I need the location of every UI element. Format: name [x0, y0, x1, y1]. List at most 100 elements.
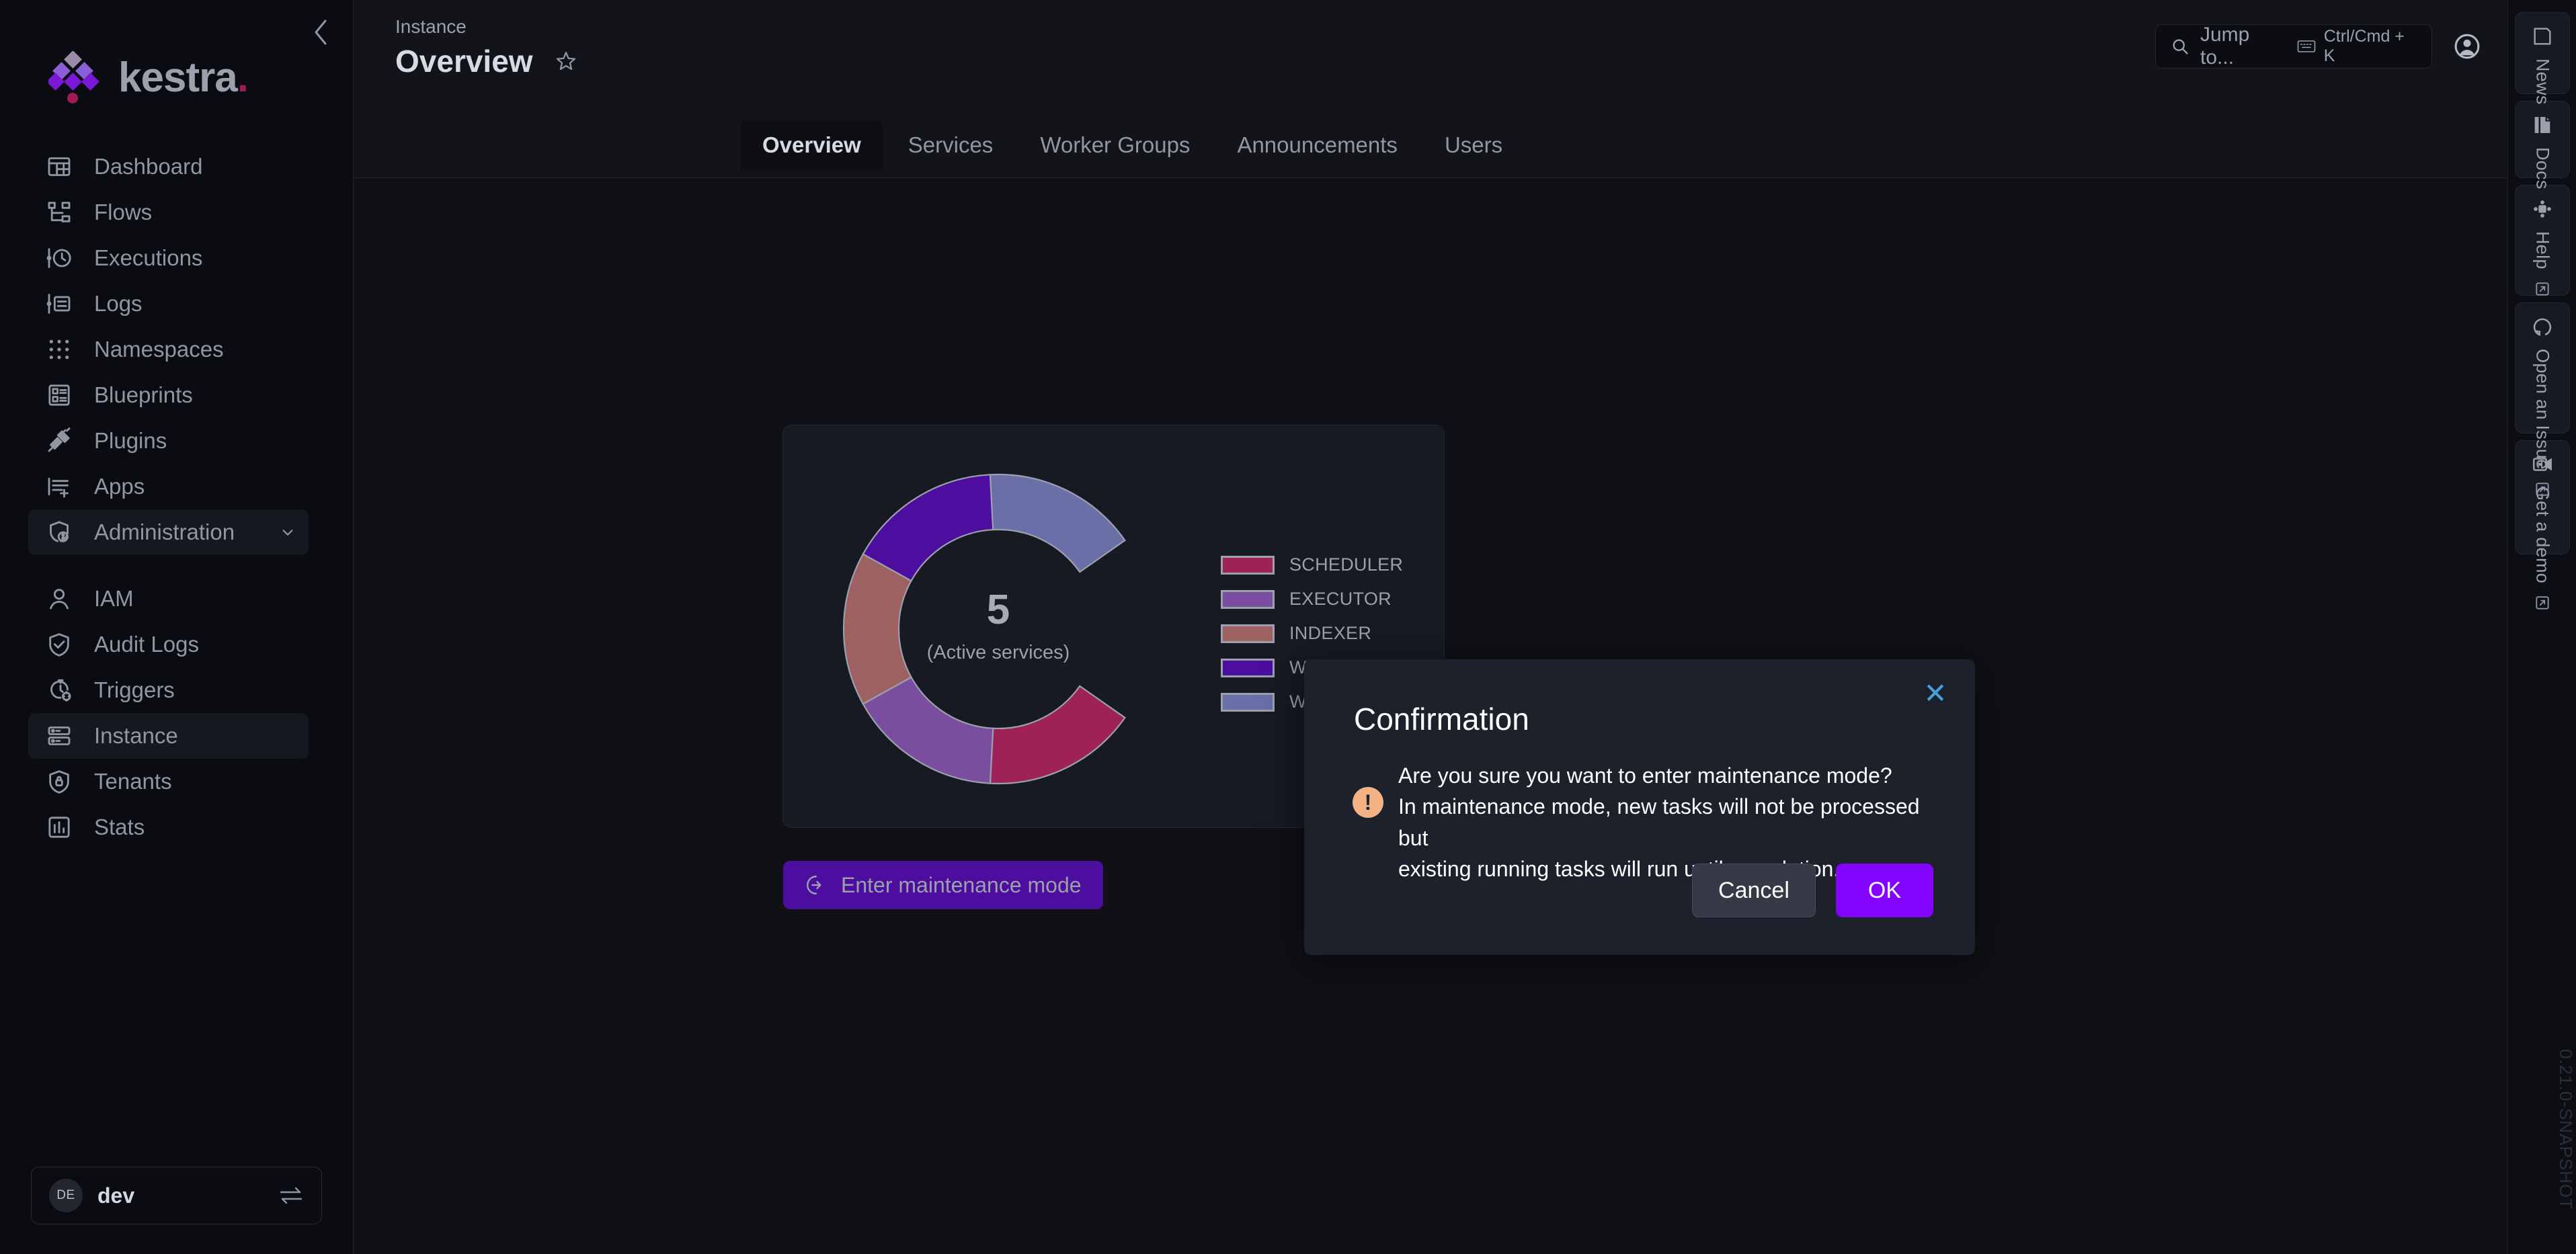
- modal-line-2: In maintenance mode, new tasks will not …: [1398, 794, 1920, 850]
- sidebar-item-label: Executions: [94, 245, 203, 270]
- content-area: 5 (Active services) SCHEDULER EXECUTOR IND…: [354, 178, 2507, 1254]
- sidebar-item-label: Flows: [94, 200, 153, 224]
- ok-button[interactable]: OK: [1835, 864, 1933, 917]
- sidebar-item-blueprints[interactable]: Blueprints: [28, 372, 309, 418]
- sidebar-item-label: Dashboard: [94, 154, 203, 179]
- sidebar-item-tenants[interactable]: Tenants: [28, 759, 309, 804]
- sidebar-item-label: Tenants: [94, 769, 172, 794]
- sidebar-item-logs[interactable]: Logs: [28, 281, 309, 327]
- keyboard-icon: [2297, 39, 2316, 54]
- rail-button-help[interactable]: Help: [2515, 185, 2570, 296]
- modal-line-1: Are you sure you want to enter maintenan…: [1398, 763, 1892, 788]
- swap-arrows-icon[interactable]: [278, 1185, 304, 1206]
- search-input[interactable]: Jump to... Ctrl/Cmd + K: [2155, 24, 2432, 69]
- namespaces-icon: [44, 335, 74, 364]
- page-title: Overview: [395, 44, 533, 79]
- modal-title: Confirmation: [1354, 702, 1529, 737]
- tenant-switcher[interactable]: DE dev: [31, 1167, 322, 1224]
- close-icon[interactable]: ✕: [1920, 679, 1951, 710]
- rail-label: Docs: [2532, 147, 2553, 190]
- cancel-button[interactable]: Cancel: [1692, 864, 1816, 917]
- executions-icon: [44, 243, 74, 273]
- confirmation-modal: ✕ Confirmation Are you sure you want to …: [1304, 659, 1975, 955]
- instance-icon: [44, 721, 74, 751]
- blueprints-icon: [44, 380, 74, 410]
- sidebar-item-administration[interactable]: Administration: [28, 509, 309, 555]
- sidebar-item-label: Audit Logs: [94, 632, 199, 657]
- sidebar-item-triggers[interactable]: Triggers: [28, 667, 309, 713]
- rail-button-docs[interactable]: Docs: [2515, 101, 2570, 190]
- sidebar-item-apps[interactable]: Apps: [28, 464, 309, 509]
- external-link-icon: [2534, 280, 2551, 298]
- breadcrumb[interactable]: Instance: [395, 17, 577, 36]
- news-icon: [2531, 25, 2554, 48]
- docs-icon: [2531, 114, 2554, 136]
- sidebar-item-audit-logs[interactable]: Audit Logs: [28, 622, 309, 667]
- administration-icon: [44, 517, 74, 547]
- audit-logs-icon: [44, 630, 74, 659]
- github-icon: [2531, 315, 2554, 338]
- sidebar-item-namespaces[interactable]: Namespaces: [28, 327, 309, 372]
- rail-label: Open an Issue: [2532, 349, 2553, 470]
- flows-icon: [44, 198, 74, 227]
- chevron-left-icon: [312, 18, 329, 46]
- tab-services[interactable]: Services: [887, 120, 1015, 170]
- sidebar-item-label: Instance: [94, 723, 178, 748]
- external-link-icon: [2534, 480, 2551, 498]
- sidebar-item-instance[interactable]: Instance: [28, 713, 309, 759]
- sidebar-item-label: Logs: [94, 291, 143, 316]
- brand-wordmark: kestra.: [118, 54, 249, 101]
- sidebar-item-label: Apps: [94, 474, 145, 499]
- sidebar-item-label: Blueprints: [94, 382, 193, 407]
- rail-button-news[interactable]: News: [2515, 12, 2570, 105]
- left-sidebar: kestra. Dashboard Flows Executions Logs Name…: [0, 0, 353, 1254]
- sidebar-item-label: Plugins: [94, 428, 167, 453]
- brand-logo[interactable]: kestra.: [0, 0, 353, 108]
- right-rail: Get a demo Open an Issue Help Docs News 0.21…: [2507, 0, 2576, 1254]
- star-outline-icon[interactable]: [555, 50, 577, 73]
- sidebar-item-stats[interactable]: Stats: [28, 804, 309, 850]
- search-icon: [2171, 37, 2189, 56]
- sidebar-item-label: Triggers: [94, 677, 175, 702]
- search-shortcut-hint: Ctrl/Cmd + K: [2297, 27, 2417, 66]
- sidebar-item-plugins[interactable]: Plugins: [28, 418, 309, 464]
- tab-overview[interactable]: Overview: [741, 120, 883, 170]
- warning-exclamation-icon: [1353, 787, 1383, 818]
- sidebar-item-iam[interactable]: IAM: [28, 576, 309, 622]
- tenant-name: dev: [97, 1183, 135, 1208]
- tenants-icon: [44, 767, 74, 796]
- rail-label: News: [2532, 58, 2553, 105]
- triggers-icon: [44, 675, 74, 705]
- kestra-diamond-icon: [48, 51, 104, 105]
- account-circle-icon[interactable]: [2452, 32, 2482, 61]
- tab-users[interactable]: Users: [1423, 120, 1524, 170]
- chevron-down-icon[interactable]: [279, 524, 296, 541]
- sidebar-item-label: Administration: [94, 519, 235, 544]
- app-root: kestra. Dashboard Flows Executions Logs Name…: [0, 0, 2576, 1254]
- dashboard-icon: [44, 152, 74, 181]
- plugins-icon: [44, 426, 74, 456]
- sidebar-item-label: Namespaces: [94, 337, 224, 362]
- top-bar-right: Jump to... Ctrl/Cmd + K: [2155, 24, 2482, 69]
- sidebar-nav: Dashboard Flows Executions Logs Namespaces Bl…: [0, 144, 353, 1167]
- stats-icon: [44, 812, 74, 842]
- sidebar-item-flows[interactable]: Flows: [28, 190, 309, 235]
- modal-actions: Cancel OK: [1692, 864, 1933, 917]
- app-version: 0.21.0-SNAPSHOT: [2556, 1049, 2576, 1210]
- sidebar-item-label: Stats: [94, 814, 145, 839]
- tab-bar: Overview Services Worker Groups Announcemen…: [354, 112, 2507, 178]
- sidebar-item-label: IAM: [94, 586, 134, 611]
- rail-button-open-an-issue[interactable]: Open an Issue: [2515, 302, 2570, 496]
- tenant-avatar: DE: [49, 1179, 83, 1212]
- sidebar-item-executions[interactable]: Executions: [28, 235, 309, 281]
- logs-icon: [44, 289, 74, 319]
- sidebar-item-dashboard[interactable]: Dashboard: [28, 144, 309, 190]
- tab-worker-groups[interactable]: Worker Groups: [1018, 120, 1211, 170]
- slack-icon: [2531, 198, 2554, 220]
- rail-label: Help: [2532, 231, 2553, 269]
- tab-announcements[interactable]: Announcements: [1215, 120, 1419, 170]
- top-bar: Instance Overview Jump to... Ctrl/Cmd + …: [354, 0, 2507, 112]
- sidebar-collapse-button[interactable]: [307, 19, 334, 46]
- iam-icon: [44, 584, 74, 614]
- main-column: Instance Overview Jump to... Ctrl/Cmd + …: [353, 0, 2507, 1254]
